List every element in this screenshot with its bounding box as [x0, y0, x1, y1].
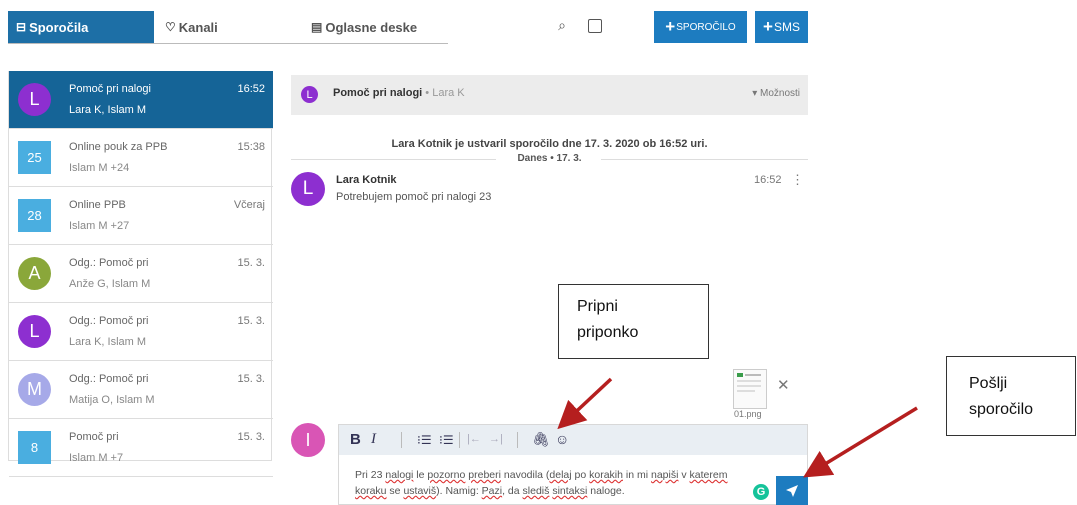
arrow-to-send	[803, 406, 918, 478]
annotation-arrows	[557, 377, 918, 478]
arrow-to-attach	[557, 377, 613, 430]
